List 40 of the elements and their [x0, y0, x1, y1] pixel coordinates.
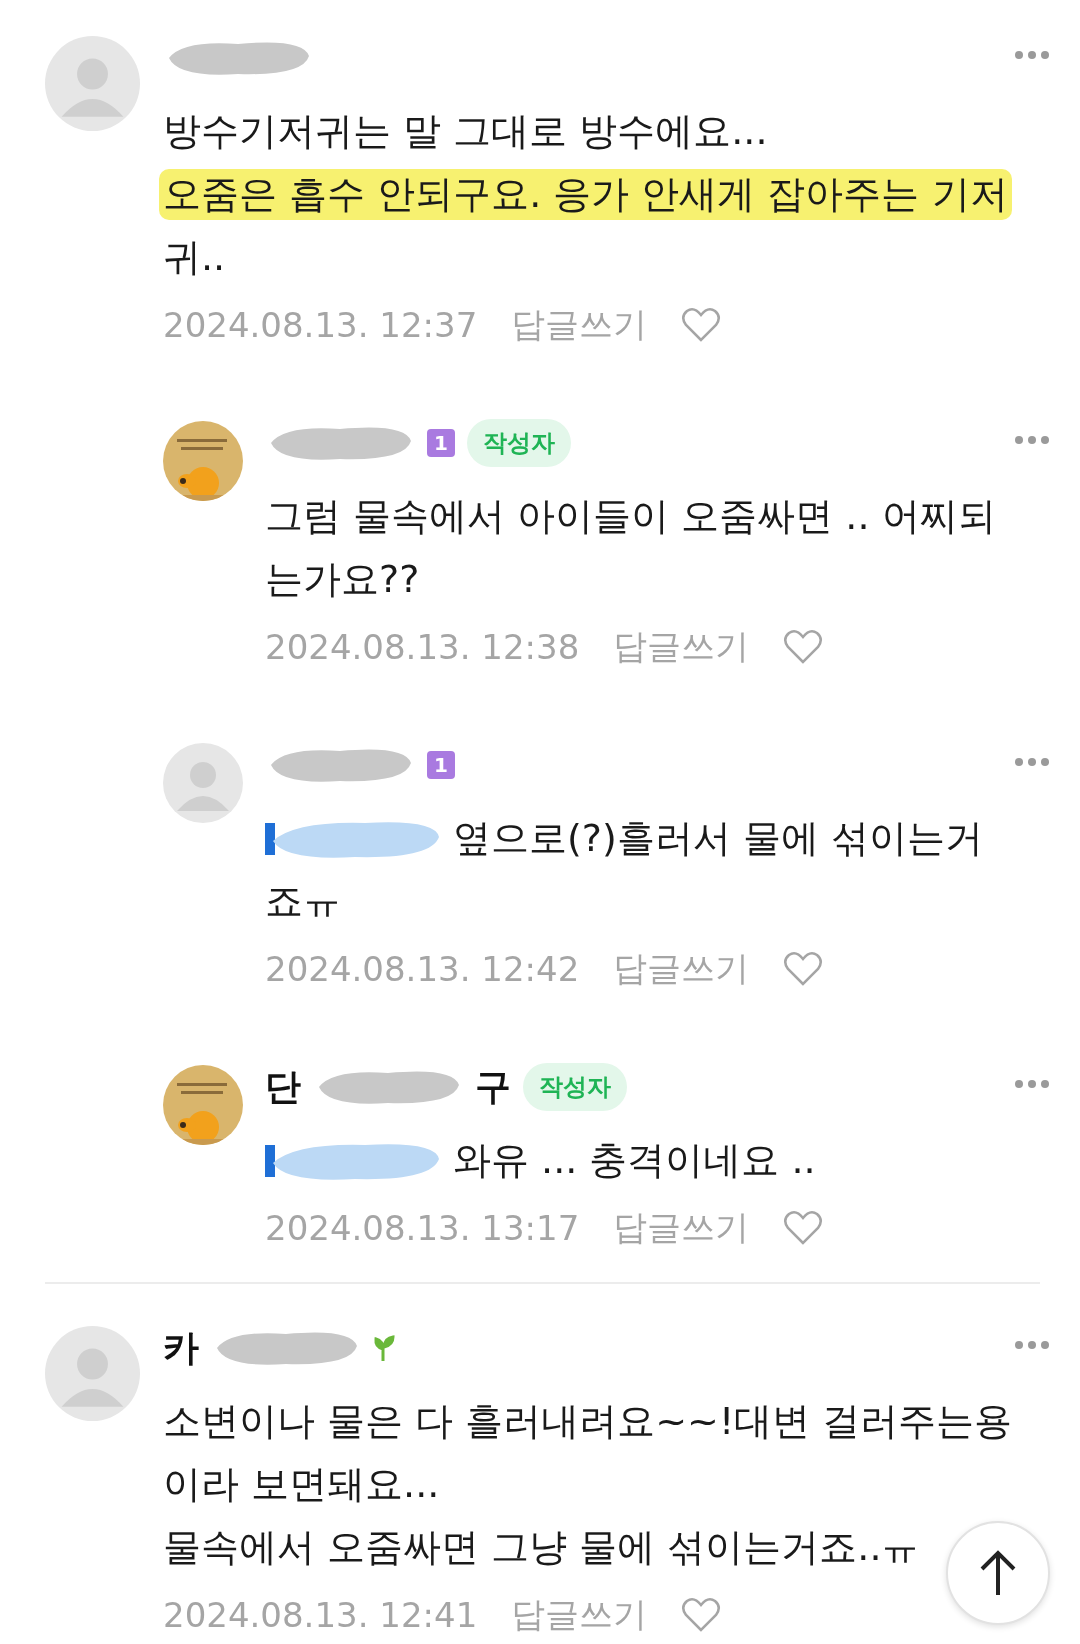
heart-icon[interactable]	[681, 307, 722, 343]
comment-text: 와유 ... 충격이네요 ..	[452, 1137, 817, 1184]
more-icon[interactable]	[1014, 757, 1050, 767]
reply-link[interactable]: 답글쓰기	[613, 624, 750, 670]
comment-text: 소변이나 물은 다 흘러내려요~~!대변 걸러주는용	[162, 1398, 1014, 1445]
arrow-up-icon	[978, 1549, 1018, 1597]
heart-icon[interactable]	[783, 629, 824, 665]
comment-date: 2024.08.13. 12:38	[265, 627, 580, 667]
comment-text: 이라 보면돼요...	[162, 1461, 441, 1508]
comment-text: 죠ㅠ	[264, 878, 342, 925]
comment-text: 방수기저귀는 말 그대로 방수에요...	[162, 108, 769, 155]
comment-text: 옆으로(?)흘러서 물에 섞이는거	[452, 815, 984, 862]
level-badge: 1	[427, 429, 455, 457]
comment-text: 오줌은 흡수 안되구요. 응가 안새게 잡아주는 기저	[159, 169, 1012, 220]
comment-date: 2024.08.13. 13:17	[265, 1208, 580, 1248]
more-icon[interactable]	[1014, 1079, 1050, 1089]
comment-date: 2024.08.13. 12:41	[163, 1595, 478, 1635]
heart-icon[interactable]	[681, 1597, 722, 1633]
author-name: 단	[265, 1064, 301, 1109]
author-badge: 작성자	[523, 1063, 627, 1111]
level-badge: 1	[427, 751, 455, 779]
sprout-icon	[373, 1335, 395, 1361]
comment-date: 2024.08.13. 12:37	[163, 305, 478, 345]
reply-link[interactable]: 답글쓰기	[511, 302, 648, 348]
heart-icon[interactable]	[783, 951, 824, 987]
more-icon[interactable]	[1014, 50, 1050, 60]
comment-text: 물속에서 오줌싸면 그냥 물에 섞이는거죠..ㅠ	[162, 1524, 921, 1571]
more-icon[interactable]	[1014, 1340, 1050, 1350]
author-badge: 작성자	[467, 419, 571, 467]
author-name: 구	[475, 1064, 511, 1109]
author-name: 카	[163, 1325, 199, 1370]
heart-icon[interactable]	[783, 1210, 824, 1246]
reply-link[interactable]: 답글쓰기	[511, 1592, 648, 1638]
reply-link[interactable]: 답글쓰기	[613, 946, 750, 992]
more-icon[interactable]	[1014, 435, 1050, 445]
comment-date: 2024.08.13. 12:42	[265, 949, 580, 989]
comment-text: 그럼 물속에서 아이들이 오줌싸면 .. 어찌되	[264, 493, 997, 540]
comment-text: 귀..	[162, 234, 227, 281]
comment-text: 는가요??	[264, 556, 421, 603]
reply-link[interactable]: 답글쓰기	[613, 1205, 750, 1251]
